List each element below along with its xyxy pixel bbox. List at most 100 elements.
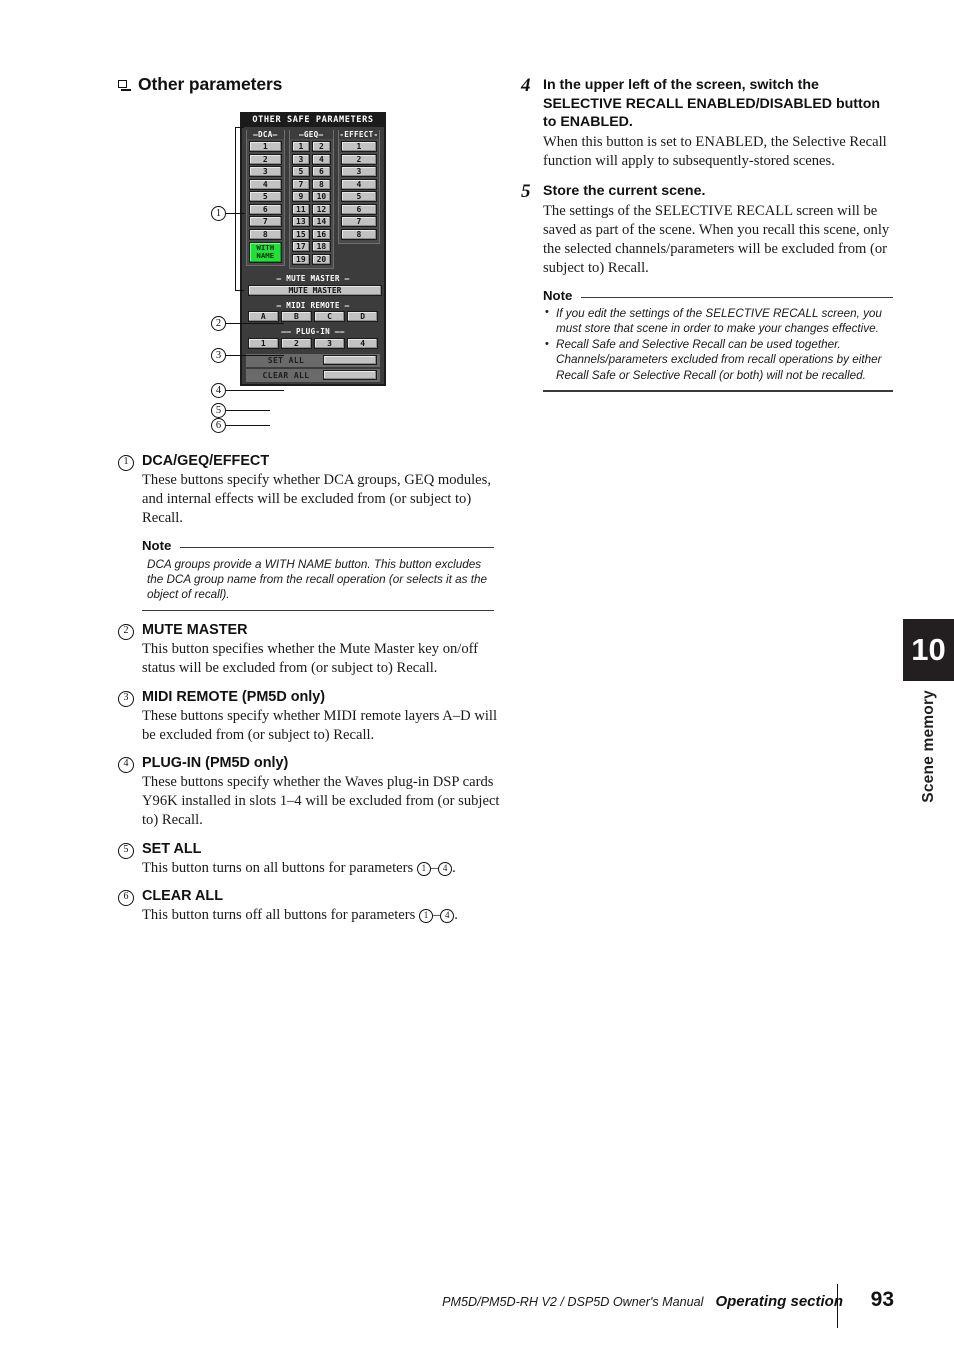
plug-in-section-label: —— PLUG-IN —— [281, 327, 345, 337]
param-item-4-number: 4 [118, 754, 142, 773]
param-item-5-head: 5 SET ALL [118, 840, 508, 859]
step-4-content: In the upper left of the screen, switch … [543, 76, 893, 171]
clear-all-row[interactable]: CLEAR ALL [246, 367, 380, 382]
dca-button-6[interactable]: 6 [249, 203, 282, 215]
dca-group-label: —DCA— [247, 130, 284, 140]
geq-button-10[interactable]: 10 [312, 191, 331, 203]
callout-leader-3 [226, 355, 284, 357]
param-item-5-number: 5 [118, 840, 142, 859]
midi-remote-button-a[interactable]: A [248, 311, 279, 323]
geq-button-17[interactable]: 17 [291, 241, 311, 253]
plug-in-buttons: 1 2 3 4 [246, 337, 380, 349]
geq-button-12[interactable]: 12 [312, 203, 331, 215]
effect-button-6[interactable]: 6 [340, 203, 378, 215]
dca-button-8[interactable]: 8 [249, 228, 282, 240]
param-item-2: 2 MUTE MASTER This button specifies whet… [118, 621, 508, 678]
param-item-2-head: 2 MUTE MASTER [118, 621, 508, 641]
note-text-left: DCA groups provide a WITH NAME button. T… [147, 557, 487, 602]
geq-button-9[interactable]: 9 [291, 191, 311, 203]
midi-remote-buttons: A B C D [246, 311, 380, 323]
geq-button-11[interactable]: 11 [291, 203, 311, 215]
geq-row: 17 18 [291, 241, 331, 254]
geq-button-5[interactable]: 5 [291, 166, 311, 178]
dca-button-5[interactable]: 5 [249, 191, 282, 203]
dca-button-1[interactable]: 1 [249, 141, 282, 153]
effect-button-7[interactable]: 7 [340, 216, 378, 228]
param-item-6: 6 CLEAR ALL This button turns off all bu… [118, 887, 508, 925]
figure-callout-4: 4 [211, 383, 226, 398]
set-all-button[interactable] [323, 355, 377, 366]
geq-button-2[interactable]: 2 [312, 141, 331, 153]
geq-button-20[interactable]: 20 [312, 253, 331, 265]
geq-button-8[interactable]: 8 [312, 178, 331, 190]
square-bullet-icon [118, 79, 131, 91]
geq-button-3[interactable]: 3 [291, 153, 311, 165]
note-block-left: Note DCA groups provide a WITH NAME butt… [142, 537, 494, 612]
geq-button-16[interactable]: 16 [312, 228, 331, 240]
param-item-3: 3 MIDI REMOTE (PM5D only) These buttons … [118, 688, 508, 745]
dca-button-3[interactable]: 3 [249, 166, 282, 178]
mute-master-button[interactable]: MUTE MASTER [248, 284, 382, 296]
effect-button-3[interactable]: 3 [340, 166, 378, 178]
step-4-title: In the upper left of the screen, switch … [543, 77, 881, 131]
dca-button-7[interactable]: 7 [249, 216, 282, 228]
lcd-title-bar: OTHER SAFE PARAMETERS [242, 114, 384, 128]
geq-row: 3 4 [291, 153, 331, 167]
param-item-4-body: These buttons specify whether the Waves … [142, 773, 500, 829]
geq-button-7[interactable]: 7 [291, 178, 311, 190]
dca-with-name-button[interactable]: WITH NAME [249, 241, 282, 263]
note-bullet-2: Recall Safe and Selective Recall can be … [543, 337, 893, 383]
clear-all-button[interactable] [323, 370, 377, 381]
param-item-3-head: 3 MIDI REMOTE (PM5D only) [118, 688, 508, 707]
plug-in-button-3[interactable]: 3 [314, 337, 345, 349]
geq-button-13[interactable]: 13 [291, 216, 311, 228]
plug-in-button-4[interactable]: 4 [347, 337, 378, 349]
figure-callout-2: 2 [211, 316, 226, 331]
param-item-4-head: 4 PLUG-IN (PM5D only) [118, 754, 508, 773]
effect-button-5[interactable]: 5 [340, 191, 378, 203]
geq-button-14[interactable]: 14 [312, 216, 331, 228]
geq-group: —GEQ— 1 2 3 4 5 6 7 8 9 10 11 12 13 14 1… [288, 130, 334, 270]
footer-manual-title: PM5D/PM5D-RH V2 / DSP5D Owner's Manual [442, 1295, 704, 1309]
effect-button-2[interactable]: 2 [340, 153, 378, 165]
effect-button-8[interactable]: 8 [340, 228, 378, 240]
effect-button-1[interactable]: 1 [340, 141, 378, 153]
footer-section-title: Operating section [715, 1293, 843, 1310]
note-rule-right [581, 296, 893, 298]
param-item-2-body: This button specifies whether the Mute M… [142, 641, 479, 677]
note-bottom-rule-right [543, 390, 893, 392]
geq-button-15[interactable]: 15 [291, 228, 311, 240]
geq-button-6[interactable]: 6 [312, 166, 331, 178]
chapter-tab: 10 [903, 619, 954, 681]
param-item-5: 5 SET ALL This button turns on all butto… [118, 840, 508, 878]
dca-group: —DCA— 1 2 3 4 5 6 7 8 WITH NAME [246, 130, 285, 266]
effect-button-4[interactable]: 4 [340, 178, 378, 190]
note-heading-left-text: Note [142, 537, 172, 553]
callout-bracket-1 [235, 127, 237, 291]
right-column: 4 In the upper left of the screen, switc… [521, 75, 893, 413]
param-item-1: 1 DCA/GEQ/EFFECT These buttons specify w… [118, 452, 508, 529]
left-column: 1 DCA/GEQ/EFFECT These buttons specify w… [118, 452, 508, 934]
midi-remote-button-b[interactable]: B [281, 311, 312, 323]
param-item-5-ref-4: 4 [438, 862, 453, 877]
plug-in-button-1[interactable]: 1 [248, 337, 279, 349]
geq-button-4[interactable]: 4 [312, 153, 331, 165]
geq-button-18[interactable]: 18 [312, 241, 331, 253]
dca-button-4[interactable]: 4 [249, 178, 282, 190]
dca-button-2[interactable]: 2 [249, 153, 282, 165]
plug-in-button-2[interactable]: 2 [281, 337, 312, 349]
note-block-right: Note If you edit the settings of the SEL… [543, 288, 893, 392]
geq-button-1[interactable]: 1 [291, 141, 311, 153]
geq-button-19[interactable]: 19 [291, 253, 311, 265]
step-5-title: Store the current scene. [543, 183, 706, 200]
callout-leader-5 [226, 410, 270, 412]
clear-all-label: CLEAR ALL [262, 370, 310, 380]
midi-remote-button-d[interactable]: D [347, 311, 378, 323]
param-item-1-body: These buttons specify whether DCA groups… [142, 472, 491, 527]
step-5-content: Store the current scene. The settings of… [543, 182, 893, 401]
geq-row: 11 12 [291, 203, 331, 217]
midi-remote-button-c[interactable]: C [314, 311, 345, 323]
figure-callout-3: 3 [211, 348, 226, 363]
callout-leader-6 [226, 425, 270, 427]
callout-bracket-1-top [235, 127, 244, 129]
